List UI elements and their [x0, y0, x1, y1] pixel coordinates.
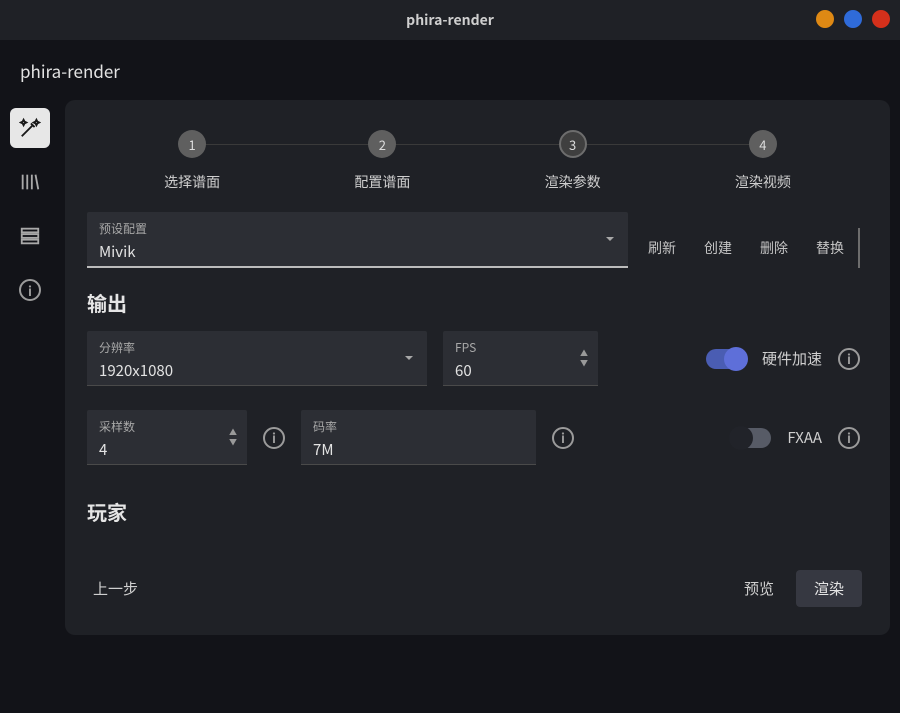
preset-actions: 刷新 创建 删除 替换 — [634, 228, 860, 268]
field-value: 7M — [313, 439, 524, 460]
field-label: 预设配置 — [99, 220, 616, 237]
section-output-title: 输出 — [87, 288, 860, 317]
field-value: 1920x1080 — [99, 360, 415, 381]
sidebar-item-library[interactable] — [10, 162, 50, 202]
chevron-up-icon[interactable]: ▲ — [576, 349, 592, 357]
output-row-1: 分辨率 1920x1080 FPS 60 ▲ — [87, 331, 860, 386]
fps-field[interactable]: FPS 60 ▲ ▼ — [443, 331, 598, 386]
step-label: 选择谱面 — [164, 172, 220, 192]
field-label: FPS — [455, 339, 586, 356]
chevron-down-icon — [403, 352, 415, 364]
fxaa-info-icon[interactable] — [838, 427, 860, 449]
step-label: 配置谱面 — [354, 172, 410, 192]
titlebar: phira-render — [0, 0, 900, 40]
field-value: Mivik — [99, 241, 616, 262]
refresh-button[interactable]: 刷新 — [634, 228, 690, 268]
chevron-up-icon[interactable]: ▲ — [225, 428, 241, 436]
card: 1 选择谱面 2 配置谱面 3 渲染参数 — [65, 100, 890, 635]
sidebar-item-list[interactable] — [10, 216, 50, 256]
step-4[interactable]: 4 渲染视频 — [668, 130, 858, 192]
prev-button[interactable]: 上一步 — [93, 578, 138, 599]
samples-info-icon[interactable] — [263, 427, 285, 449]
section-player-title: 玩家 — [87, 497, 860, 522]
step-circle: 3 — [559, 130, 587, 158]
step-circle: 4 — [749, 130, 777, 158]
step-3[interactable]: 3 渲染参数 — [478, 130, 668, 192]
hwaccel-toggle[interactable] — [706, 349, 746, 369]
hwaccel-info-icon[interactable] — [838, 348, 860, 370]
step-label: 渲染视频 — [735, 172, 791, 192]
window-title: phira-render — [406, 10, 494, 30]
resolution-select[interactable]: 分辨率 1920x1080 — [87, 331, 427, 386]
minimize-button[interactable] — [816, 10, 834, 28]
field-value: 60 — [455, 360, 586, 381]
output-row-2: 采样数 4 ▲ ▼ 码率 7M — [87, 410, 860, 465]
field-value: 4 — [99, 439, 235, 460]
app-title: phira-render — [20, 58, 120, 83]
field-label: 采样数 — [99, 418, 235, 435]
stepper: 1 选择谱面 2 配置谱面 3 渲染参数 — [97, 130, 858, 192]
replace-button[interactable]: 替换 — [802, 228, 858, 268]
close-button[interactable] — [872, 10, 890, 28]
create-button[interactable]: 创建 — [690, 228, 746, 268]
chevron-down-icon[interactable]: ▼ — [576, 359, 592, 367]
list-icon — [19, 225, 41, 247]
render-button[interactable]: 渲染 — [796, 570, 862, 607]
step-1[interactable]: 1 选择谱面 — [97, 130, 287, 192]
bitrate-info-icon[interactable] — [552, 427, 574, 449]
step-label: 渲染参数 — [545, 172, 601, 192]
sidebar-item-wand[interactable] — [10, 108, 50, 148]
hwaccel-label: 硬件加速 — [762, 348, 822, 369]
library-icon — [19, 171, 41, 193]
main-panel: 1 选择谱面 2 配置谱面 3 渲染参数 — [60, 100, 900, 713]
spinner[interactable]: ▲ ▼ — [576, 349, 592, 367]
step-2[interactable]: 2 配置谱面 — [287, 130, 477, 192]
chevron-down-icon[interactable]: ▼ — [225, 438, 241, 446]
app-header: phira-render — [0, 40, 900, 100]
sidebar — [0, 100, 60, 713]
info-icon — [19, 279, 41, 301]
samples-field[interactable]: 采样数 4 ▲ ▼ — [87, 410, 247, 465]
wand-icon — [19, 117, 41, 139]
step-circle: 1 — [178, 130, 206, 158]
preset-select[interactable]: 预设配置 Mivik — [87, 212, 628, 268]
chevron-down-icon — [604, 233, 616, 245]
preview-button[interactable]: 预览 — [732, 570, 786, 607]
preset-row: 预设配置 Mivik 刷新 创建 删除 替换 — [87, 212, 860, 268]
field-label: 码率 — [313, 418, 524, 435]
field-label: 分辨率 — [99, 339, 415, 356]
spinner[interactable]: ▲ ▼ — [225, 428, 241, 446]
delete-button[interactable]: 删除 — [746, 228, 802, 268]
sidebar-item-info[interactable] — [10, 270, 50, 310]
step-circle: 2 — [368, 130, 396, 158]
maximize-button[interactable] — [844, 10, 862, 28]
bitrate-field[interactable]: 码率 7M — [301, 410, 536, 465]
content-scroll[interactable]: 预设配置 Mivik 刷新 创建 删除 替换 — [87, 212, 868, 522]
window-controls — [816, 10, 890, 28]
footer: 上一步 预览 渲染 — [93, 570, 862, 607]
fxaa-label: FXAA — [787, 427, 822, 448]
fxaa-toggle[interactable] — [731, 428, 771, 448]
